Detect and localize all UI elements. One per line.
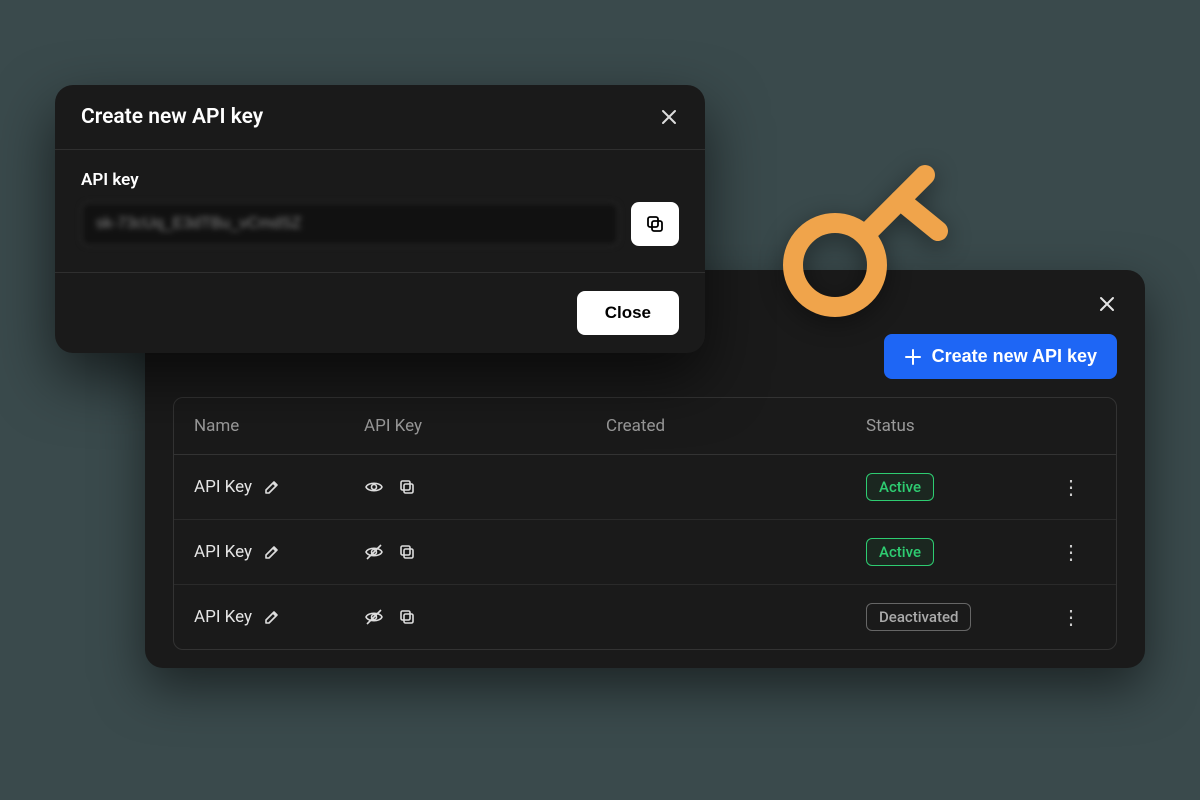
modal-title: Create new API key: [81, 105, 263, 129]
api-key-input[interactable]: [81, 202, 619, 246]
key-illustration-icon: [770, 155, 960, 325]
apikey-cell: [364, 477, 606, 497]
field-row: [81, 202, 679, 246]
eye-off-icon[interactable]: [364, 542, 384, 562]
table-row: API Key Active ⋮: [174, 520, 1116, 585]
col-status: Status: [866, 416, 1046, 436]
col-created: Created: [606, 416, 866, 436]
table-row: API Key Deactivated ⋮: [174, 585, 1116, 649]
modal-header: Create new API key: [55, 85, 705, 150]
apikey-cell: [364, 607, 606, 627]
create-button-label: Create new API key: [932, 346, 1097, 367]
row-menu-button[interactable]: ⋮: [1046, 607, 1096, 627]
modal-footer: Close: [55, 272, 705, 353]
field-label: API key: [81, 170, 679, 190]
key-name: API Key: [194, 607, 252, 627]
table-row: API Key Active ⋮: [174, 455, 1116, 520]
modal-body: API key: [55, 150, 705, 272]
status-cell: Deactivated: [866, 603, 1046, 631]
close-icon[interactable]: [659, 107, 679, 127]
create-api-key-modal: Create new API key API key Close: [55, 85, 705, 353]
table-header: Name API Key Created Status: [174, 398, 1116, 455]
name-cell: API Key: [194, 542, 364, 562]
col-api-key: API Key: [364, 416, 606, 436]
name-cell: API Key: [194, 477, 364, 497]
apikey-cell: [364, 542, 606, 562]
name-cell: API Key: [194, 607, 364, 627]
row-menu-button[interactable]: ⋮: [1046, 542, 1096, 562]
api-keys-table: Name API Key Created Status API Key: [173, 397, 1117, 650]
create-api-key-button[interactable]: Create new API key: [884, 334, 1117, 379]
edit-icon[interactable]: [264, 479, 280, 495]
copy-icon[interactable]: [398, 543, 416, 561]
plus-icon: [904, 348, 922, 366]
edit-icon[interactable]: [264, 609, 280, 625]
eye-icon[interactable]: [364, 477, 384, 497]
close-button[interactable]: Close: [577, 291, 679, 335]
key-name: API Key: [194, 542, 252, 562]
close-icon[interactable]: [1097, 294, 1117, 314]
edit-icon[interactable]: [264, 544, 280, 560]
status-badge: Active: [866, 473, 934, 501]
status-cell: Active: [866, 538, 1046, 566]
copy-icon[interactable]: [398, 478, 416, 496]
row-menu-button[interactable]: ⋮: [1046, 477, 1096, 497]
status-badge: Active: [866, 538, 934, 566]
status-cell: Active: [866, 473, 1046, 501]
copy-icon: [645, 214, 665, 234]
eye-off-icon[interactable]: [364, 607, 384, 627]
status-badge: Deactivated: [866, 603, 971, 631]
col-name: Name: [194, 416, 364, 436]
copy-icon[interactable]: [398, 608, 416, 626]
copy-button[interactable]: [631, 202, 679, 246]
key-name: API Key: [194, 477, 252, 497]
